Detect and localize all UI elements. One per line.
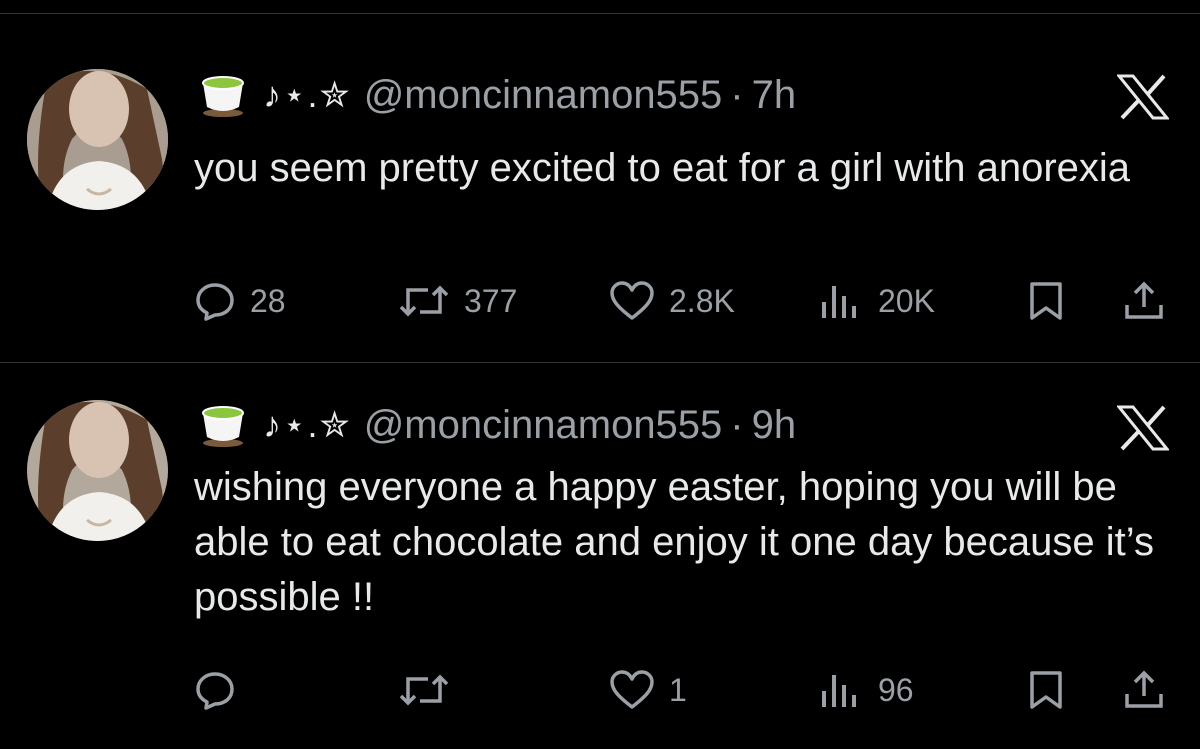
bookmark-button[interactable] <box>1026 665 1066 715</box>
share-icon <box>1125 281 1163 319</box>
timestamp[interactable]: 9h <box>752 403 797 448</box>
views-button[interactable]: 96 <box>818 665 914 715</box>
reply-count: 28 <box>250 282 286 319</box>
separator-dot: · <box>730 402 744 447</box>
views-count: 20K <box>878 282 935 319</box>
heart-icon <box>610 670 654 709</box>
user-handle[interactable]: @moncinnamon555 <box>364 73 723 118</box>
tweet-2[interactable]: ♪⋆.✮ @moncinnamon555 · 9h wishing everyo… <box>0 363 1200 749</box>
views-count: 96 <box>878 671 914 708</box>
views-button[interactable]: 20K <box>818 276 935 326</box>
share-icon <box>1125 670 1163 708</box>
action-bar: 28 377 2.8K 20K <box>0 276 1200 326</box>
separator-dot: · <box>730 72 744 117</box>
share-button[interactable] <box>1122 665 1166 715</box>
repost-icon <box>399 674 449 706</box>
tweet-1[interactable]: ♪⋆.✮ @moncinnamon555 · 7h you seem prett… <box>0 14 1200 362</box>
bookmark-icon <box>1030 671 1062 709</box>
x-logo-icon <box>1115 74 1171 120</box>
avatar[interactable] <box>27 400 168 541</box>
like-count: 1 <box>669 671 687 708</box>
bookmark-icon <box>1030 282 1062 320</box>
tweet-header: ♪⋆.✮ @moncinnamon555 · 7h <box>197 70 796 120</box>
reply-icon <box>196 283 234 321</box>
x-logo-icon <box>1115 405 1171 451</box>
teacup-icon <box>197 73 249 117</box>
repost-button[interactable] <box>398 665 464 715</box>
action-bar: 1 96 <box>0 665 1200 715</box>
tweet-text: wishing everyone a happy easter, hoping … <box>194 465 1166 619</box>
display-name[interactable]: ♪⋆.✮ <box>263 404 352 446</box>
teacup-icon <box>197 403 249 447</box>
bookmark-button[interactable] <box>1026 276 1066 326</box>
tweet-header: ♪⋆.✮ @moncinnamon555 · 9h <box>197 400 796 450</box>
like-count: 2.8K <box>669 282 735 319</box>
tweet-text: you seem pretty excited to eat for a gir… <box>194 146 1131 190</box>
views-icon <box>822 675 856 707</box>
like-button[interactable]: 1 <box>609 665 687 715</box>
user-handle[interactable]: @moncinnamon555 <box>364 403 723 448</box>
avatar[interactable] <box>27 69 168 210</box>
share-button[interactable] <box>1122 276 1166 326</box>
views-icon <box>822 286 856 318</box>
like-button[interactable]: 2.8K <box>609 276 735 326</box>
timestamp[interactable]: 7h <box>752 73 797 118</box>
repost-button[interactable]: 377 <box>398 276 517 326</box>
repost-icon <box>399 285 449 317</box>
display-name[interactable]: ♪⋆.✮ <box>263 74 352 116</box>
reply-button[interactable] <box>194 665 250 715</box>
heart-icon <box>610 281 654 320</box>
reply-icon <box>196 672 234 710</box>
reply-button[interactable]: 28 <box>194 276 286 326</box>
repost-count: 377 <box>464 282 518 319</box>
